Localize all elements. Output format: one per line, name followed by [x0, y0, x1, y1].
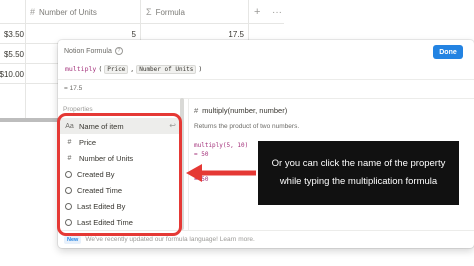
function-example-result: = 50 [194, 151, 209, 158]
table-header-row: # Number of Units Σ Formula + ··· [0, 0, 284, 24]
price-cell[interactable]: $5.50 [0, 44, 24, 64]
properties-heading: Properties [63, 106, 93, 113]
more-options-icon[interactable]: ··· [272, 0, 282, 24]
price-cell[interactable]: $10.00 [0, 64, 24, 84]
add-column-icon[interactable]: + [254, 0, 260, 24]
footer-link[interactable]: We've recently updated our formula langu… [85, 236, 255, 243]
formula-separator: , [130, 65, 135, 73]
function-example: multiply(5, 10) [194, 142, 249, 149]
popup-title-text: Notion Formula [64, 47, 112, 55]
column-header-formula[interactable]: Σ Formula [146, 0, 185, 24]
number-icon: # [194, 106, 199, 115]
done-button[interactable]: Done [433, 45, 463, 59]
function-signature: # multiply(number, number) [194, 106, 287, 115]
sigma-icon: Σ [146, 7, 152, 17]
column-header-label: Number of Units [39, 7, 97, 17]
formula-open-paren: ( [98, 65, 103, 73]
info-icon[interactable]: ? [114, 47, 123, 55]
function-signature-text: multiply(number, number) [202, 106, 288, 115]
arrow-left-icon [186, 164, 256, 182]
divider [58, 79, 474, 80]
formula-token-units[interactable]: Number of Units [136, 64, 197, 74]
formula-token-price[interactable]: Price [104, 64, 129, 74]
formula-input[interactable]: multiply ( Price , Number of Units ) [62, 60, 470, 78]
new-badge: New [64, 235, 82, 244]
popup-title: Notion Formula ? [64, 47, 123, 55]
column-header-units[interactable]: # Number of Units [30, 0, 97, 24]
formula-result: = 17.5 [64, 85, 83, 92]
price-cell[interactable]: $3.50 [0, 24, 24, 44]
formula-function-name: multiply [65, 65, 97, 73]
function-description: Returns the product of two numbers. [194, 123, 300, 130]
column-header-label: Formula [155, 7, 185, 17]
horizontal-scrollbar[interactable] [0, 118, 60, 122]
highlight-box [57, 113, 182, 236]
number-icon: # [30, 7, 36, 17]
formula-close-paren: ) [198, 65, 203, 73]
callout-annotation: Or you can click the name of the propert… [258, 141, 459, 205]
